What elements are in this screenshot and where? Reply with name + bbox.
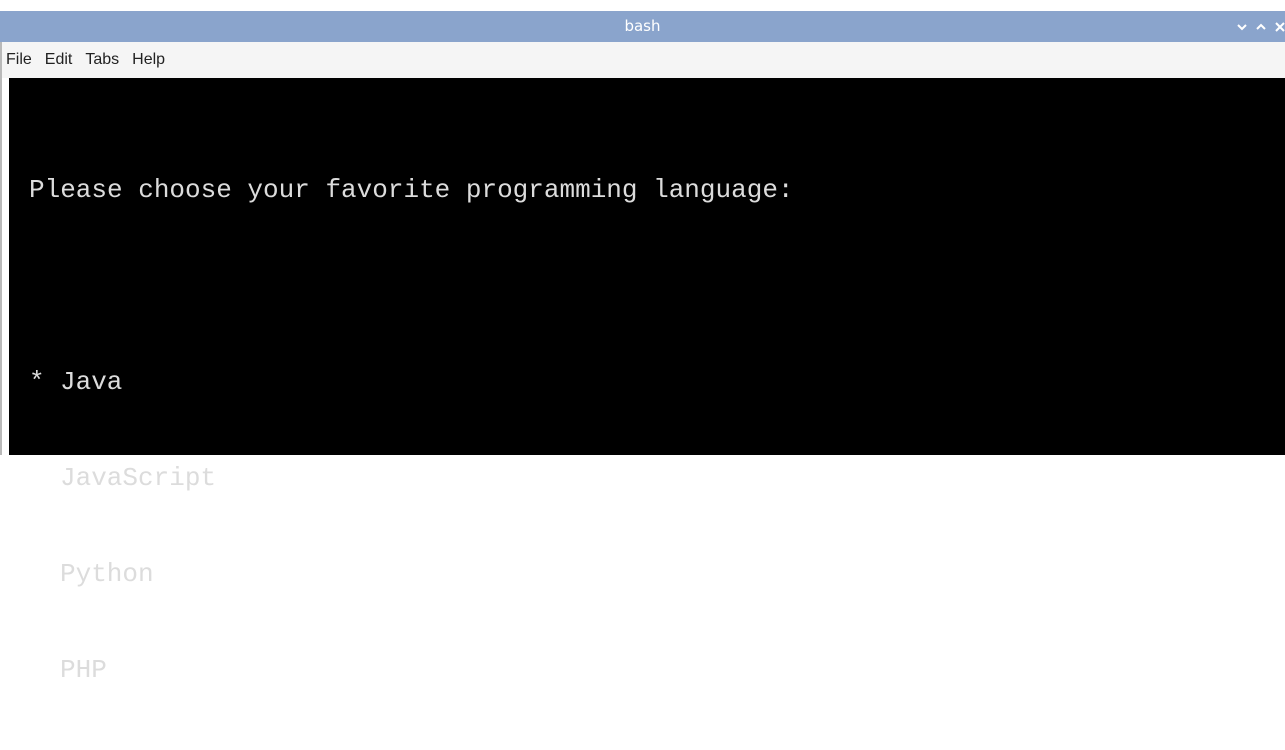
option-label: Python <box>60 559 154 589</box>
menu-tabs[interactable]: Tabs <box>85 51 125 69</box>
menu-bar: File Edit Tabs Help <box>0 42 1285 78</box>
window-border <box>0 42 2 455</box>
chevron-up-icon[interactable] <box>1256 22 1266 32</box>
option-java[interactable]: * Java <box>29 366 1285 398</box>
prompt-text: Please choose your favorite programming … <box>29 175 794 205</box>
window-controls <box>1237 11 1285 42</box>
terminal-window: bash File Edit Tabs Help Please choose y… <box>0 0 1285 685</box>
option-python[interactable]: Python <box>29 558 1285 590</box>
menu-help[interactable]: Help <box>132 51 171 69</box>
chevron-down-icon[interactable] <box>1237 22 1247 32</box>
menu-file[interactable]: File <box>6 51 38 69</box>
title-bar[interactable]: bash <box>0 11 1285 42</box>
option-label: Java <box>60 367 123 397</box>
option-php[interactable]: PHP <box>29 654 1285 686</box>
menu-edit[interactable]: Edit <box>45 51 79 69</box>
option-label: JavaScript <box>60 463 217 493</box>
option-label: PHP <box>60 655 107 685</box>
selection-marker: * <box>29 367 45 397</box>
close-icon[interactable] <box>1275 21 1285 32</box>
window-title: bash <box>624 17 661 35</box>
option-javascript[interactable]: JavaScript <box>29 462 1285 494</box>
terminal-output[interactable]: Please choose your favorite programming … <box>9 78 1285 685</box>
